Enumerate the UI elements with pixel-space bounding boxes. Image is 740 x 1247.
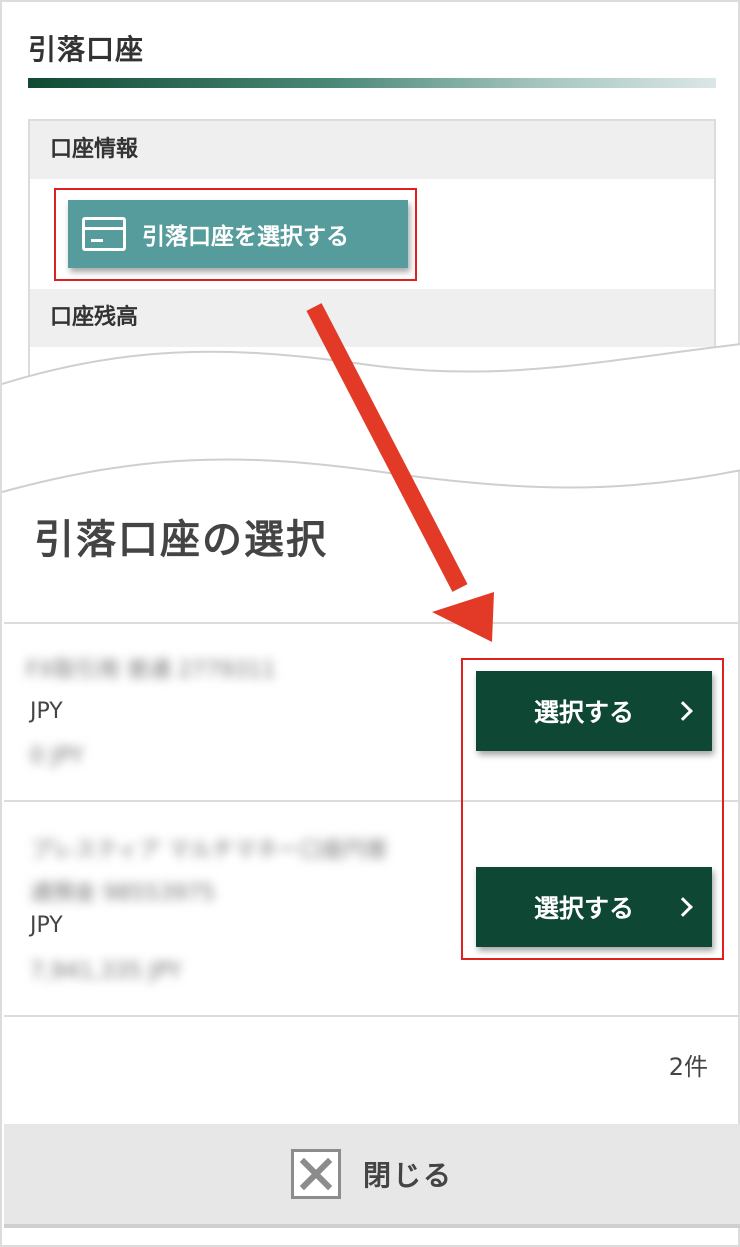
account-currency: JPY: [30, 699, 63, 724]
modal-title: 引落口座の選択: [34, 517, 328, 563]
account-balance-blurred: 7,941,335 JPY: [30, 959, 182, 984]
close-button[interactable]: 閉じる: [4, 1124, 740, 1224]
divider: [4, 1015, 740, 1017]
account-number-blurred: 通預金 98553975: [30, 881, 215, 906]
divider: [4, 622, 740, 624]
title-underline: [28, 78, 716, 88]
account-name-blurred: FX取引用 普通 2779311: [26, 658, 276, 683]
balance-label: 口座残高: [30, 289, 714, 347]
close-label: 閉じる: [362, 1159, 453, 1192]
highlight-box-choose-buttons: [461, 658, 724, 960]
screen-frame: 引落口座 口座情報 引落口座を選択する 口座残高 引落口座の選択 FX取引用 普…: [0, 0, 740, 1247]
result-count: 2件: [668, 1053, 708, 1081]
account-name-blurred: プレスティア マルチマネー口座円普: [30, 838, 388, 863]
wave-break: [2, 343, 740, 493]
footer-divider: [4, 1224, 740, 1228]
account-currency: JPY: [30, 913, 63, 938]
highlight-box-select-account: [54, 188, 417, 281]
section-title: 引落口座: [28, 33, 145, 66]
account-info-label: 口座情報: [30, 121, 714, 179]
close-icon: [290, 1149, 341, 1199]
account-balance-blurred: 0 JPY: [30, 744, 84, 769]
